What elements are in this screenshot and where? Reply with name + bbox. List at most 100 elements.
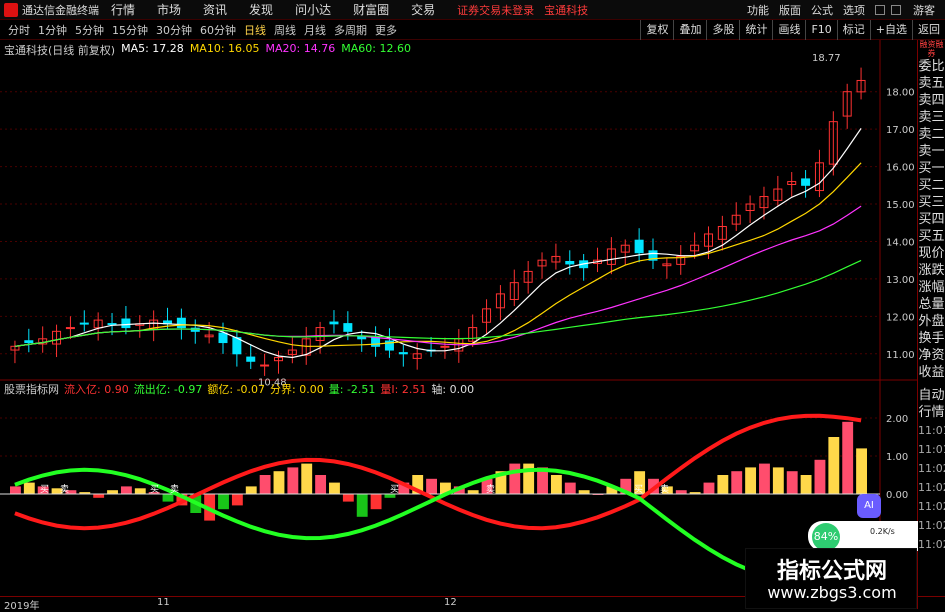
sidebar-item: 换手: [918, 331, 945, 346]
menu-function[interactable]: 功能: [747, 2, 769, 18]
sidebar-item: 现价: [918, 246, 945, 261]
sidebar-item: 买五: [918, 229, 945, 244]
ma5-line: [14, 128, 862, 359]
menu-trade[interactable]: 交易: [411, 1, 435, 18]
flow-bar: [329, 482, 340, 494]
tool-overlay[interactable]: 叠加: [673, 20, 706, 40]
trade-time: 11:02: [918, 462, 945, 475]
tool-back[interactable]: 返回: [912, 20, 945, 40]
flow-bar: [273, 471, 285, 494]
auto-label[interactable]: 自动: [918, 387, 945, 404]
sell-signal: 卖: [486, 484, 495, 495]
watermark: 指标公式网 www.zbgs3.com: [745, 548, 917, 609]
sidebar-item: 卖三: [918, 110, 945, 125]
sidebar-item: 卖五: [918, 76, 945, 91]
main-legend: 宝通科技(日线 前复权) MA5: 17.28 MA10: 16.05 MA20…: [4, 42, 417, 58]
period-tab-timeshare[interactable]: 分时: [8, 22, 30, 38]
menu-quotes[interactable]: 行情: [111, 1, 135, 18]
candle-body: [329, 321, 339, 325]
price-tick-label: 16.00: [886, 163, 915, 174]
period-tab-monthly[interactable]: 月线: [304, 22, 326, 38]
candle-body: [634, 239, 644, 254]
flow-bar: [23, 482, 35, 494]
indicator-name[interactable]: 股票指标网: [4, 381, 59, 397]
indicator-tick-label: 0.00: [886, 490, 908, 501]
candle-body: [343, 323, 353, 332]
sidebar-item: 总量: [918, 297, 945, 312]
flow-bar: [162, 494, 174, 502]
trade-time: 11:01: [918, 443, 945, 456]
price-tick-label: 18.00: [886, 88, 915, 99]
menu-ask[interactable]: 问小达: [295, 1, 331, 18]
flow-bar: [426, 478, 437, 494]
menu-discover[interactable]: 发现: [249, 1, 273, 18]
login-warning[interactable]: 证券交易未登录: [457, 2, 534, 18]
app-logo-icon: [4, 2, 18, 17]
period-tab-weekly[interactable]: 周线: [274, 22, 296, 38]
trade-time: 11:02: [918, 519, 945, 532]
menu-layout[interactable]: 版面: [779, 2, 801, 18]
flow-bar: [301, 463, 313, 494]
stock-title: 宝通科技(日线 前复权): [4, 44, 116, 57]
buy-signal: 买: [40, 484, 49, 495]
ma60-line: [14, 259, 862, 347]
period-tab-15min[interactable]: 15分钟: [112, 22, 148, 38]
tool-add-watchlist[interactable]: +自选: [869, 20, 912, 40]
price-tick-label: 17.00: [886, 125, 915, 136]
menu-news[interactable]: 资讯: [203, 1, 227, 18]
outflow-label: 流出亿: -0.97: [133, 383, 203, 396]
flow-bar: [287, 467, 299, 494]
candle-body: [121, 318, 131, 329]
buy-signal: 买: [150, 484, 159, 495]
tool-adjust[interactable]: 复权: [640, 20, 673, 40]
flow-bar: [467, 490, 479, 494]
period-tab-1min[interactable]: 1分钟: [38, 22, 67, 38]
buy-signal: 买: [634, 484, 643, 495]
candle-body: [440, 345, 450, 348]
flow-bar: [842, 421, 854, 494]
flow-bar: [814, 459, 826, 494]
tool-multi-stock[interactable]: 多股: [706, 20, 739, 40]
tool-mark[interactable]: 标记: [836, 20, 870, 40]
period-tab-multi[interactable]: 多周期: [334, 22, 367, 38]
flow-bar: [315, 475, 327, 494]
sidebar-item: 买二: [918, 178, 945, 193]
chart-canvas[interactable]: 买卖买卖买卖买卖 18.0017.0016.0015.0014.0013.001…: [0, 40, 917, 596]
indicator-tick-label: 2.00: [886, 414, 908, 425]
tool-stats[interactable]: 统计: [739, 20, 772, 40]
period-tab-60min[interactable]: 60分钟: [200, 22, 236, 38]
candle-body: [357, 336, 367, 340]
flow-bar: [218, 494, 229, 510]
menu-market[interactable]: 市场: [157, 1, 181, 18]
ai-button[interactable]: AI: [857, 494, 881, 518]
flow-bar: [342, 494, 354, 502]
trade-time: 11:01: [918, 424, 945, 437]
flow-bar: [370, 494, 382, 510]
tool-draw[interactable]: 画线: [772, 20, 805, 40]
period-tab-5min[interactable]: 5分钟: [75, 22, 104, 38]
network-speed-widget[interactable]: 84% 0.2K/s: [808, 521, 918, 551]
watermark-title: 指标公式网: [776, 559, 887, 584]
net-label: 额亿: -0.07: [207, 383, 266, 396]
period-tab-30min[interactable]: 30分钟: [156, 22, 192, 38]
price-tick-label: 15.00: [886, 200, 915, 211]
quote-label[interactable]: 行情: [918, 404, 945, 421]
flow-bar: [786, 471, 798, 494]
sidebar-item: 净资: [918, 348, 945, 363]
flow-bar: [259, 475, 271, 494]
ma10-line: [14, 162, 862, 347]
flow-bar: [717, 475, 729, 494]
minimize-icon[interactable]: [875, 5, 885, 15]
indicator-tick-label: 1.00: [886, 452, 908, 463]
volume-b-label: 量I: 2.51: [380, 383, 427, 396]
flow-bar: [745, 467, 757, 494]
menu-wealth[interactable]: 财富圈: [353, 1, 389, 18]
menu-formula[interactable]: 公式: [811, 2, 833, 18]
menu-options[interactable]: 选项: [843, 2, 865, 18]
guest-label[interactable]: 游客: [913, 2, 935, 18]
tool-f10[interactable]: F10: [805, 20, 836, 40]
price-tick-label: 11.00: [886, 350, 915, 361]
period-tab-daily[interactable]: 日线: [244, 22, 266, 38]
maximize-icon[interactable]: [891, 5, 901, 15]
period-tab-more[interactable]: 更多: [375, 22, 397, 38]
